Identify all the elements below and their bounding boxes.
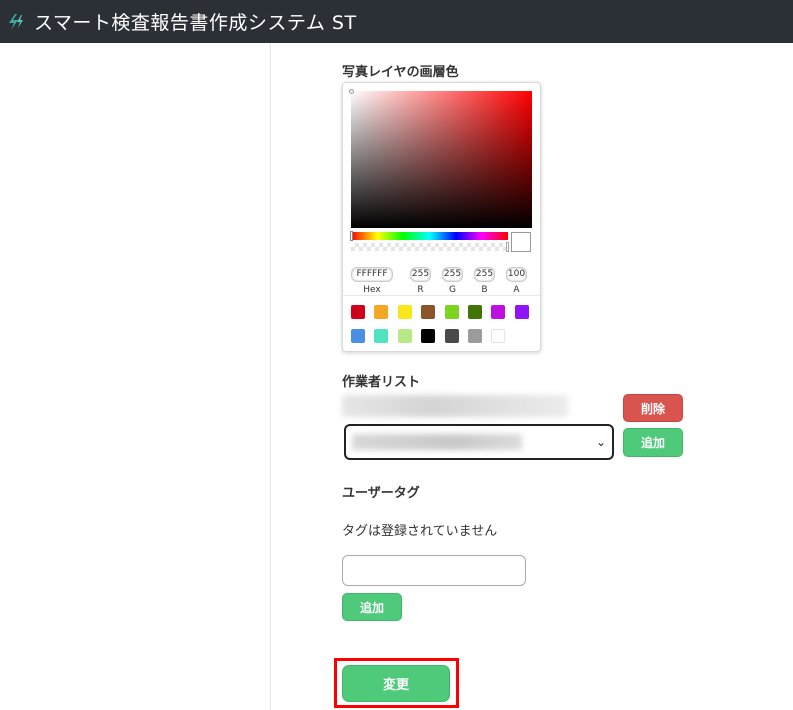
preset-color-swatch[interactable] [397, 329, 412, 343]
alpha-label: A [513, 284, 520, 295]
worker-select[interactable]: ⌄ [344, 424, 614, 460]
app-title: スマート検査報告書作成システム ST [34, 12, 357, 34]
color-picker[interactable]: Hex R G B A [342, 82, 541, 352]
color-preview [511, 232, 531, 252]
preset-color-swatch[interactable] [444, 305, 459, 319]
delete-worker-button[interactable]: 削除 [623, 394, 683, 422]
preset-color-swatch[interactable] [351, 329, 365, 343]
worker-list-label: 作業者リスト [342, 375, 421, 390]
add-tag-button[interactable]: 追加 [342, 593, 402, 621]
change-button[interactable]: 変更 [342, 665, 450, 702]
green-input[interactable] [442, 266, 463, 282]
photo-layer-color-label: 写真レイヤの画層色 [342, 65, 459, 80]
user-tags-label: ユーザータグ [342, 486, 420, 501]
picker-divider [343, 295, 540, 296]
bolt-logo-icon [9, 13, 23, 30]
preset-color-swatch[interactable] [444, 329, 459, 343]
hue-slider[interactable] [350, 231, 508, 241]
app-header: スマート検査報告書作成システム ST [0, 0, 793, 43]
worker-select-redacted-value [352, 434, 522, 450]
preset-color-swatch[interactable] [421, 329, 436, 343]
preset-color-swatch[interactable] [468, 329, 482, 343]
preset-color-swatch[interactable] [491, 305, 506, 319]
hex-label: Hex [363, 284, 381, 295]
alpha-slider[interactable] [351, 242, 509, 252]
no-tags-message: タグは登録されていません [342, 524, 498, 539]
preset-color-swatch[interactable] [351, 305, 365, 319]
tag-input[interactable] [342, 555, 526, 586]
preset-color-swatch[interactable] [468, 305, 482, 319]
preset-color-swatch[interactable] [491, 329, 506, 343]
left-pane [0, 43, 271, 710]
preset-color-swatch[interactable] [421, 305, 436, 319]
red-label: R [417, 284, 424, 295]
worker-name-redacted [342, 395, 568, 417]
blue-input[interactable] [474, 266, 495, 282]
saturation-area[interactable] [349, 89, 532, 228]
chevron-down-icon: ⌄ [595, 435, 606, 449]
hue-slider-thumb[interactable] [350, 231, 353, 241]
alpha-slider-thumb[interactable] [506, 242, 509, 252]
preset-color-swatch[interactable] [374, 305, 389, 319]
green-label: G [449, 284, 456, 295]
saturation-pointer[interactable] [349, 89, 354, 94]
preset-color-swatch[interactable] [514, 305, 529, 319]
preset-color-swatch[interactable] [397, 305, 412, 319]
add-worker-button[interactable]: 追加 [623, 428, 683, 457]
red-input[interactable] [410, 266, 431, 282]
hex-input[interactable] [351, 266, 393, 282]
alpha-input[interactable] [506, 266, 527, 282]
preset-color-swatch[interactable] [374, 329, 389, 343]
blue-label: B [481, 284, 488, 295]
